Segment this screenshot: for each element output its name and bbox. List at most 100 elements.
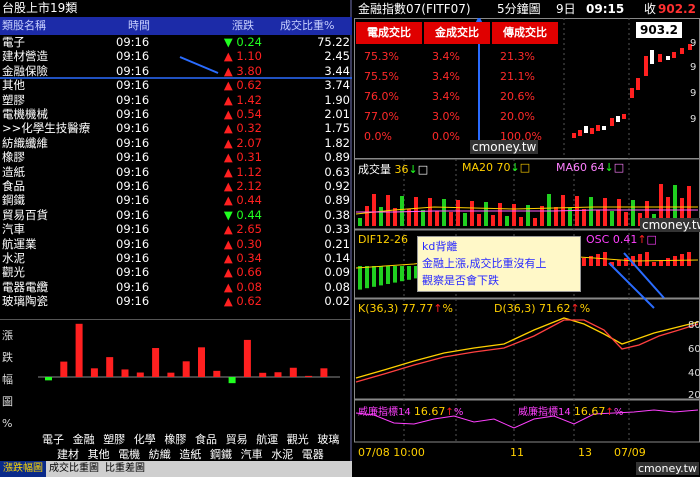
sector-name: 橡膠 [2, 150, 25, 165]
sector-name: 塑膠 [2, 92, 25, 107]
candle [584, 126, 588, 133]
price-tag: 903.2 [636, 22, 682, 38]
price-yaxis-3: 9 [690, 88, 697, 99]
macd-bar [358, 266, 362, 290]
dif-label: DIF12-26 [358, 233, 409, 246]
volume-bar [554, 207, 558, 226]
sector-row[interactable]: 紡織纖維 09:16 ▲ 2.07 1.82 [0, 136, 352, 150]
sector-ratio: 0.33 [324, 222, 350, 237]
volume-bar [449, 212, 453, 226]
sector-table-header: 類股名稱 時間 漲跌 成交比重% [0, 17, 352, 35]
sector-change: ▲ 0.08 [223, 279, 262, 294]
chart-period[interactable]: 5分鐘圖 [497, 0, 541, 18]
bar-橡膠 [167, 372, 175, 377]
sector-row[interactable]: 電子 09:16 ▼ 0.24 75.22 [0, 35, 352, 49]
tab-ratio-diff-chart[interactable]: 比重差圖 [102, 463, 148, 474]
sector-time: 09:16 [116, 164, 150, 179]
sector-ratio: 0.38 [324, 207, 350, 222]
bar-食品 [198, 347, 205, 377]
kd-yaxis-40: 40 [688, 368, 700, 379]
ratio-cell: 3.4% [432, 70, 460, 83]
bar-xlabel: 航運 [256, 433, 279, 446]
volume-bar [365, 206, 369, 226]
sector-row[interactable]: 玻璃陶瓷 09:16 ▲ 0.62 0.02 [0, 294, 352, 308]
macd-bar [652, 262, 656, 266]
bar-汽車 [243, 339, 251, 377]
sector-row[interactable]: 水泥 09:16 ▲ 0.34 0.14 [0, 251, 352, 265]
sector-row[interactable]: 航運業 09:16 ▲ 0.30 0.21 [0, 237, 352, 251]
volume-bar [470, 201, 474, 226]
sector-row[interactable]: 電機機械 09:16 ▲ 0.54 2.01 [0, 107, 352, 121]
sector-change: ▲ 2.12 [223, 179, 262, 193]
sector-row[interactable]: 鋼鐵 09:16 ▲ 0.44 0.89 [0, 193, 352, 207]
change-arrow-icon: ▲ [223, 193, 233, 208]
header-trad-ratio: 傳成交比 [492, 22, 558, 44]
ma20-label: MA20 70↓□ [462, 161, 531, 174]
sector-ratio: 0.14 [324, 251, 350, 265]
candle [610, 118, 614, 126]
volume-bar [491, 215, 495, 226]
ylabel-char: % [2, 417, 13, 430]
candle [572, 133, 576, 138]
sector-row[interactable]: 橡膠 09:16 ▲ 0.31 0.89 [0, 150, 352, 164]
change-arrow-icon: ▲ [223, 222, 233, 237]
tab-change-chart[interactable]: 漲跌幅圖 [0, 461, 46, 477]
note-line2: 金融上漲,成交比重沒有上 [422, 257, 547, 270]
volume-bar [498, 203, 502, 226]
bar-金融 [75, 323, 83, 377]
header-name[interactable]: 類股名稱 [2, 17, 46, 35]
candle [590, 128, 594, 134]
change-arrow-icon: ▲ [223, 179, 233, 193]
bar-電機 [121, 369, 129, 377]
change-arrow-icon: ▲ [223, 265, 233, 280]
candle [616, 116, 620, 122]
sector-row[interactable]: 食品 09:16 ▲ 2.12 0.92 [0, 179, 352, 193]
sector-row[interactable]: 電器電纜 09:16 ▲ 0.08 0.08 [0, 280, 352, 294]
sector-name: 電子 [2, 35, 25, 49]
candle [596, 125, 600, 131]
sector-change: ▲ 2.65 [223, 222, 262, 237]
header-ratio[interactable]: 成交比重% [280, 17, 334, 35]
bar-玻璃 [320, 368, 328, 377]
sector-ratio: 75.22 [317, 35, 350, 49]
candle [680, 48, 684, 54]
change-arrow-icon: ▲ [223, 135, 233, 150]
macd-bar [673, 256, 677, 266]
xaxis-label-2: 11 [510, 446, 524, 459]
change-arrow-icon: ▲ [223, 251, 233, 265]
sector-name: 紡織纖維 [2, 135, 48, 150]
volume-bar [533, 218, 537, 226]
williams-label-1: 威廉指標14 16.67↑% [358, 405, 464, 418]
bar-xlabel: 玻璃 [317, 433, 340, 446]
header-change[interactable]: 漲跌 [232, 17, 254, 35]
sector-row[interactable]: >>化學生技醫療 09:16 ▲ 0.32 1.75 [0, 121, 352, 135]
header-time[interactable]: 時間 [128, 17, 150, 35]
sector-row[interactable]: 造紙 09:16 ▲ 1.12 0.63 [0, 165, 352, 179]
candle [636, 78, 640, 90]
sector-ratio: 2.01 [324, 107, 350, 121]
xaxis-label-1: 07/08 10:00 [358, 446, 425, 459]
sector-row[interactable]: 貿易百貨 09:16 ▼ 0.44 0.38 [0, 208, 352, 222]
volume-bar [519, 217, 523, 226]
kd-yaxis-80: 80 [688, 320, 700, 331]
volume-bar [624, 212, 628, 226]
volume-bar [393, 208, 397, 226]
ratio-cell: 21.3% [500, 50, 535, 63]
sector-change: ▲ 1.42 [223, 92, 262, 107]
volume-bar [582, 209, 586, 226]
ratio-cell: 3.0% [432, 110, 460, 123]
sector-row[interactable]: 塑膠 09:16 ▲ 1.42 1.90 [0, 93, 352, 107]
bar-xlabel: 電器 [301, 448, 324, 461]
note-line3: 觀察是否會下跌 [422, 274, 499, 287]
sector-change: ▼ 0.24 [223, 35, 262, 49]
header-elec-ratio: 電成交比 [356, 22, 422, 44]
bar-電子 [45, 377, 52, 381]
sector-name: 電機機械 [2, 107, 48, 121]
candle [644, 56, 648, 76]
sector-row[interactable]: 觀光 09:16 ▲ 0.66 0.09 [0, 265, 352, 279]
tab-volume-ratio-chart[interactable]: 成交比重圖 [46, 463, 102, 474]
sector-row[interactable]: 汽車 09:16 ▲ 2.65 0.33 [0, 222, 352, 236]
annotation-note: kd背離 金融上漲,成交比重沒有上 觀察是否會下跌 [417, 236, 581, 292]
ratio-cell: 76.0% [364, 90, 399, 103]
volume-bar [435, 211, 439, 226]
